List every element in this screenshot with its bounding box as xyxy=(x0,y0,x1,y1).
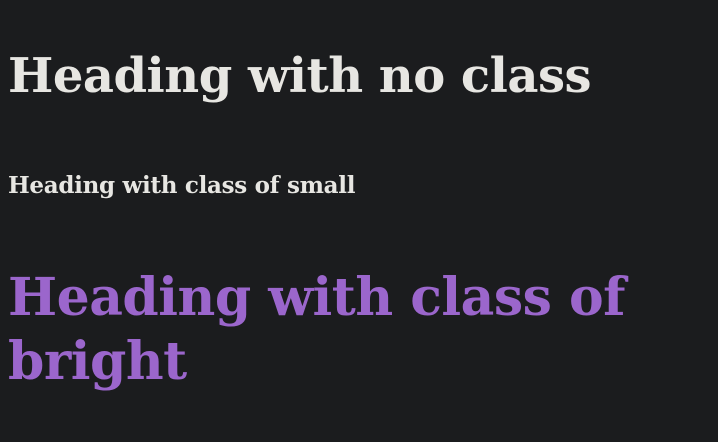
heading-no-class: Heading with no class xyxy=(8,48,592,104)
heading-small: Heading with class of small xyxy=(8,172,356,199)
heading-bright: Heading with class of bright xyxy=(8,267,626,392)
